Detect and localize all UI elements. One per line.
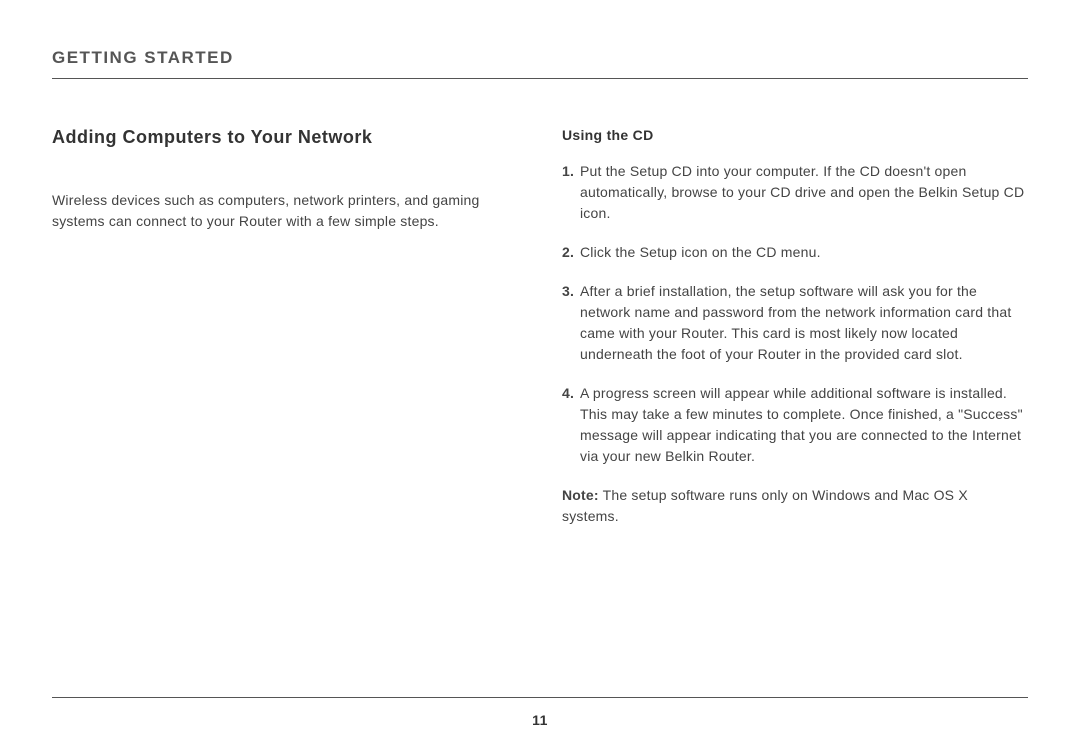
note-text: The setup software runs only on Windows … xyxy=(562,487,968,524)
section-header: GETTING STARTED xyxy=(52,48,1028,79)
left-column: Adding Computers to Your Network Wireles… xyxy=(52,127,522,527)
content-area: Adding Computers to Your Network Wireles… xyxy=(52,127,1028,527)
step-text: Click the Setup icon on the CD menu. xyxy=(580,242,1028,263)
step-text: Put the Setup CD into your computer. If … xyxy=(580,161,1028,224)
step-number: 3. xyxy=(562,281,580,365)
right-column: Using the CD 1. Put the Setup CD into yo… xyxy=(562,127,1028,527)
intro-paragraph: Wireless devices such as computers, netw… xyxy=(52,190,522,232)
note-block: Note: The setup software runs only on Wi… xyxy=(562,485,1028,527)
step-text: After a brief installation, the setup so… xyxy=(580,281,1028,365)
step-item: 1. Put the Setup CD into your computer. … xyxy=(562,161,1028,224)
step-item: 3. After a brief installation, the setup… xyxy=(562,281,1028,365)
note-label: Note: xyxy=(562,487,599,503)
step-item: 2. Click the Setup icon on the CD menu. xyxy=(562,242,1028,263)
page-number: 11 xyxy=(0,712,1080,728)
subsection-title: Adding Computers to Your Network xyxy=(52,127,522,148)
step-item: 4. A progress screen will appear while a… xyxy=(562,383,1028,467)
step-text: A progress screen will appear while addi… xyxy=(580,383,1028,467)
step-number: 2. xyxy=(562,242,580,263)
footer-divider xyxy=(52,697,1028,698)
step-number: 1. xyxy=(562,161,580,224)
right-column-title: Using the CD xyxy=(562,127,1028,143)
step-number: 4. xyxy=(562,383,580,467)
